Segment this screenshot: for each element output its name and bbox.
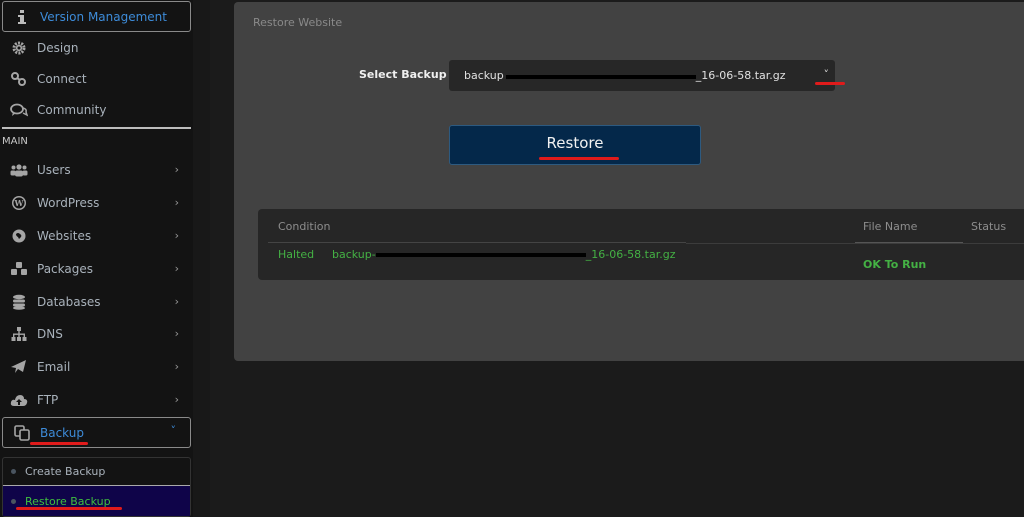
restore-status-table: Condition File Name Status Halted backup… bbox=[258, 209, 1024, 280]
redaction-mask bbox=[375, 253, 586, 257]
restore-button-label: Restore bbox=[546, 134, 604, 152]
bullet-icon bbox=[11, 498, 16, 504]
file-prefix: backup- bbox=[332, 248, 376, 261]
select-value-suffix: _16-06-58.tar.gz bbox=[695, 69, 786, 82]
table-header-divider bbox=[686, 243, 1024, 244]
select-backup-label: Select Backup bbox=[359, 68, 447, 81]
cloud-upload-icon bbox=[10, 392, 28, 408]
sidebar-item-wordpress[interactable]: W WordPress › bbox=[0, 187, 193, 218]
cubes-icon bbox=[10, 261, 28, 277]
sidebar-item-dns[interactable]: DNS › bbox=[0, 318, 193, 349]
column-header-condition: Condition bbox=[278, 220, 331, 233]
submenu-item-create-backup[interactable]: Create Backup bbox=[3, 458, 190, 485]
section-label-main: MAIN bbox=[2, 136, 28, 147]
sidebar-item-label: Design bbox=[37, 40, 79, 55]
chevron-right-icon: › bbox=[174, 327, 179, 340]
svg-text:W: W bbox=[14, 198, 25, 208]
sidebar-item-websites[interactable]: Websites › bbox=[0, 220, 193, 251]
sidebar-item-databases[interactable]: Databases › bbox=[0, 286, 193, 317]
sidebar-item-users[interactable]: Users › bbox=[0, 154, 193, 185]
sidebar-item-label: Connect bbox=[37, 71, 87, 86]
sidebar-item-label: Databases bbox=[37, 294, 101, 309]
sidebar-item-packages[interactable]: Packages › bbox=[0, 253, 193, 284]
chevron-right-icon: › bbox=[174, 393, 179, 406]
sidebar-item-label: Backup bbox=[40, 425, 84, 440]
cell-status: OK To Run bbox=[863, 258, 927, 271]
chevron-right-icon: › bbox=[174, 229, 179, 242]
chevron-down-icon: ˅ bbox=[823, 68, 830, 81]
app-root: Version Management Design Connect Commun… bbox=[0, 0, 1024, 517]
sidebar-item-label: Version Management bbox=[40, 9, 167, 24]
sidebar-item-label: Community bbox=[37, 102, 107, 117]
users-icon bbox=[10, 162, 28, 178]
comments-icon bbox=[10, 102, 28, 118]
sidebar: Version Management Design Connect Commun… bbox=[0, 0, 193, 517]
sidebar-item-community[interactable]: Community bbox=[0, 94, 193, 125]
sidebar-item-label: Users bbox=[37, 162, 71, 177]
sidebar-item-label: FTP bbox=[37, 392, 59, 407]
sidebar-item-label: Email bbox=[37, 359, 71, 374]
sidebar-item-label: DNS bbox=[37, 326, 63, 341]
select-backup-dropdown[interactable]: backup _16-06-58.tar.gz ˅ bbox=[449, 60, 835, 91]
chevron-right-icon: › bbox=[174, 262, 179, 275]
sidebar-gutter bbox=[193, 0, 210, 517]
chevron-down-icon: ˅ bbox=[170, 424, 177, 437]
bullet-icon bbox=[11, 469, 16, 474]
annotation-underline-backup bbox=[30, 442, 88, 445]
annotation-underline-restore bbox=[539, 157, 619, 160]
database-icon bbox=[10, 294, 28, 310]
column-header-file-name: File Name bbox=[863, 220, 918, 233]
redaction-mask bbox=[505, 74, 696, 79]
sidebar-item-ftp[interactable]: FTP › bbox=[0, 384, 193, 415]
file-suffix: _16-06-58.tar.gz bbox=[585, 248, 676, 261]
card-title: Restore Website bbox=[253, 16, 343, 29]
submenu-item-label: Create Backup bbox=[25, 465, 106, 478]
column-header-status: Status bbox=[971, 220, 1007, 233]
cell-condition: Halted bbox=[278, 248, 315, 261]
globe-icon bbox=[10, 228, 28, 244]
submenu-item-restore-backup[interactable]: Restore Backup bbox=[3, 485, 190, 516]
chevron-right-icon: › bbox=[174, 196, 179, 209]
info-icon bbox=[13, 9, 31, 25]
sidebar-item-design[interactable]: Design bbox=[0, 32, 193, 63]
sitemap-icon bbox=[10, 326, 28, 342]
select-value-prefix: backup bbox=[464, 69, 504, 82]
restore-website-card: Restore Website Select Backup backup _16… bbox=[234, 2, 1024, 361]
sidebar-item-label: WordPress bbox=[37, 195, 100, 210]
table-header-divider bbox=[268, 242, 686, 243]
table-header-divider bbox=[855, 242, 963, 243]
annotation-underline-restore-backup bbox=[16, 507, 122, 510]
copy-icon bbox=[13, 424, 31, 441]
paper-plane-icon bbox=[10, 359, 28, 375]
link-icon bbox=[10, 71, 28, 87]
wordpress-icon: W bbox=[10, 195, 28, 211]
sidebar-item-label: Websites bbox=[37, 228, 92, 243]
submenu-item-label: Restore Backup bbox=[25, 494, 111, 508]
sidebar-divider bbox=[2, 127, 191, 129]
sidebar-item-connect[interactable]: Connect bbox=[0, 63, 193, 94]
annotation-underline-dropdown bbox=[815, 82, 845, 85]
gear-icon bbox=[10, 40, 28, 56]
cell-file: backup- _16-06-58.tar.gz bbox=[332, 248, 675, 261]
sidebar-item-email[interactable]: Email › bbox=[0, 351, 193, 382]
sidebar-item-label: Packages bbox=[37, 261, 93, 276]
chevron-right-icon: › bbox=[174, 163, 179, 176]
chevron-right-icon: › bbox=[174, 360, 179, 373]
sidebar-item-version-management[interactable]: Version Management bbox=[2, 1, 191, 32]
chevron-right-icon: › bbox=[174, 295, 179, 308]
